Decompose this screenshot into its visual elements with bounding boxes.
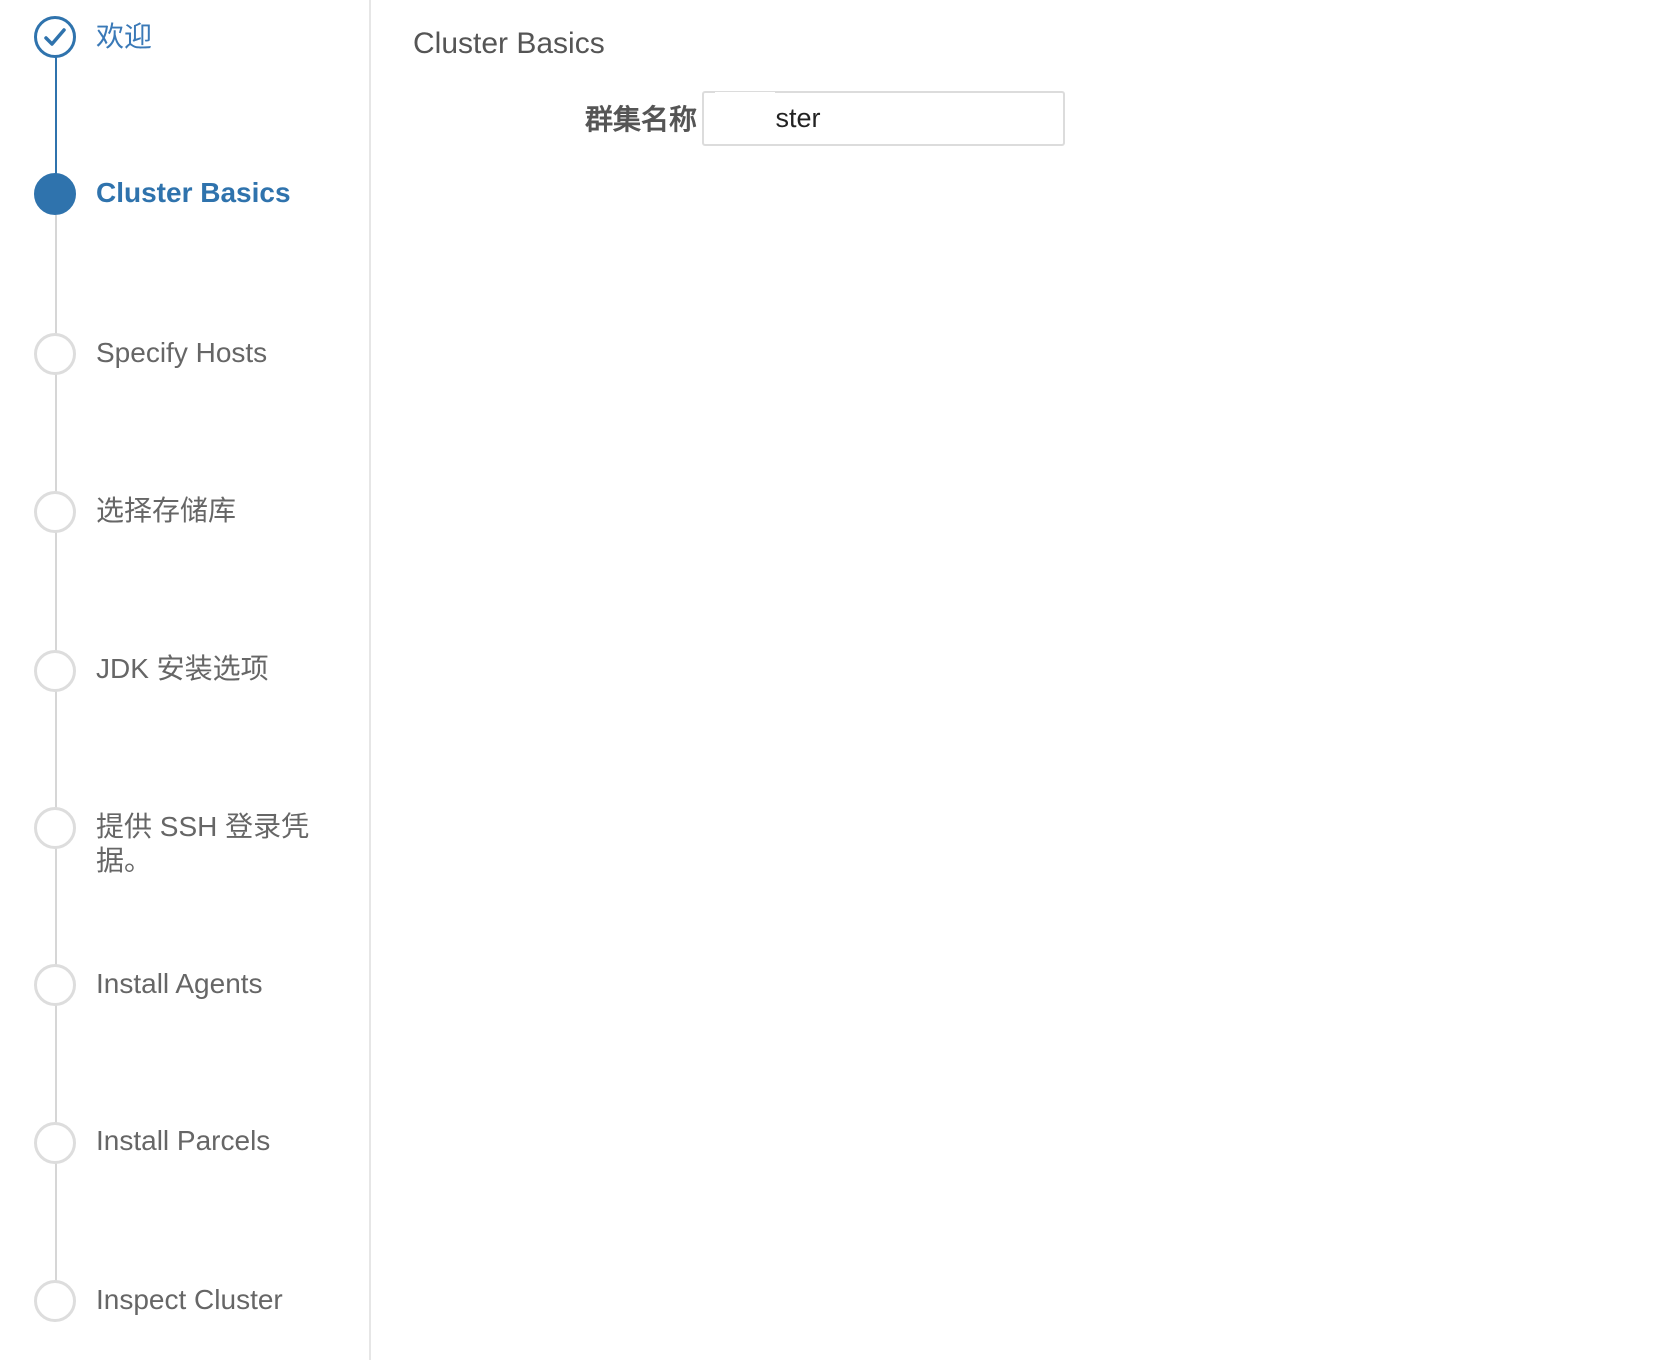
step-specify-hosts: Specify Hosts [96,337,268,368]
active-step-marker [34,173,76,215]
pending-step-marker [34,491,76,533]
pending-step-marker [34,964,76,1006]
step-inspect-cluster: Inspect Cluster [96,1284,283,1315]
step-ssh-credentials: 提供 SSH 登录凭据。 [96,811,310,876]
page-title: Cluster Basics [413,27,605,60]
cluster-name-label: 群集名称 [584,104,697,135]
redacted-area [715,92,775,140]
pending-step-marker [34,1280,76,1322]
cluster-basics-panel: Cluster Basics 群集名称 [371,0,1660,1360]
check-icon [44,28,66,46]
step-jdk-install-options: JDK 安装选项 [96,653,269,684]
pending-step-marker [34,1122,76,1164]
pending-step-marker [34,333,76,375]
pending-step-marker [34,650,76,692]
step-install-parcels: Install Parcels [96,1125,271,1156]
step-welcome[interactable]: 欢迎 [96,20,336,54]
step-select-repository: 选择存储库 [96,495,237,526]
completed-step-connector [55,57,57,175]
wizard-sidebar: 欢迎 Cluster Basics Specify Hosts 选择存储库 JD… [0,0,371,1360]
step-cluster-basics[interactable]: Cluster Basics [96,176,336,210]
completed-step-marker [34,16,76,58]
pending-step-marker [34,807,76,849]
step-install-agents: Install Agents [96,968,263,999]
